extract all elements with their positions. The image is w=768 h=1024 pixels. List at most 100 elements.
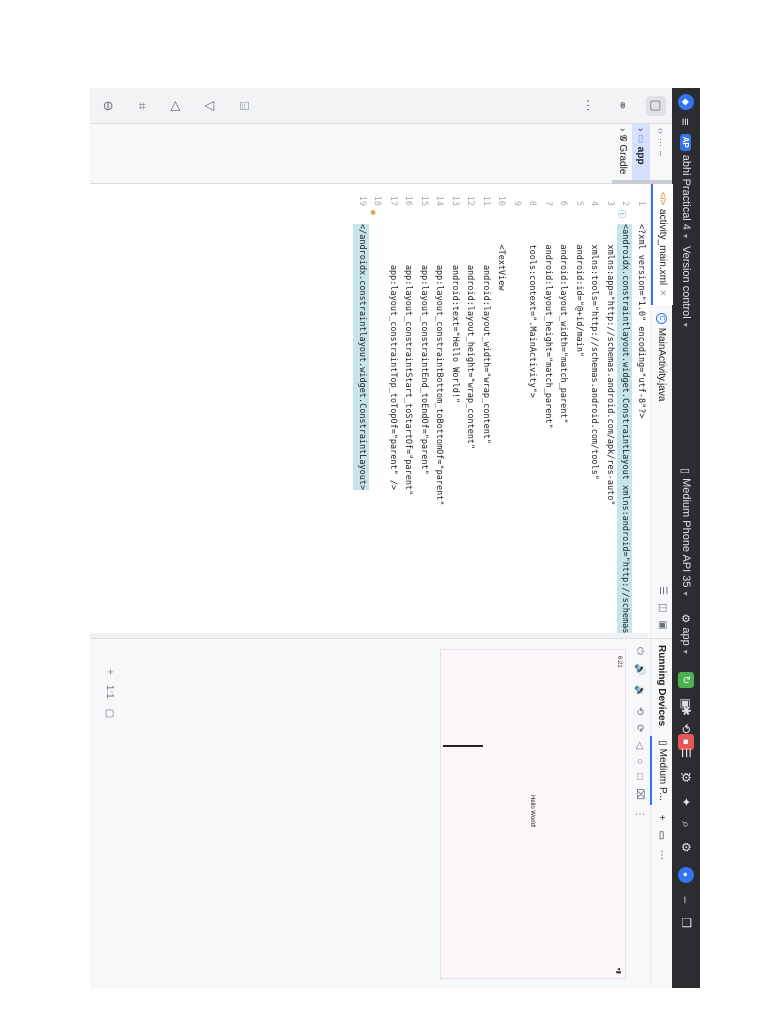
code-text: xmlns:app="http://schemas.android.com/ap…: [605, 224, 615, 506]
power-icon[interactable]: ⏻: [635, 647, 646, 655]
settings-icon[interactable]: ⚙: [679, 772, 693, 783]
project-badge: AP: [680, 133, 692, 151]
run-icon[interactable]: ◁: [166, 96, 186, 116]
code-line: 5 android:id="@+id/main": [571, 184, 587, 638]
folder-icon[interactable]: ▢: [646, 95, 666, 116]
zoom-reset-icon[interactable]: 1:1: [104, 685, 115, 699]
android-studio-logo-icon: ◆: [678, 94, 694, 110]
device-screen[interactable]: 6:21 ▾▮ Hello World!: [440, 649, 626, 979]
add-icon[interactable]: +: [656, 815, 667, 821]
line-number: 19: [357, 195, 367, 206]
code-text: tools:context=".MainActivity">: [527, 224, 538, 398]
more-vertical-icon[interactable]: ⋮: [635, 809, 646, 819]
project-selector[interactable]: AP abhi Practical 4 ▾: [680, 133, 692, 238]
line-number: 3: [605, 200, 615, 206]
code-area[interactable]: 1 <?xml version="1.0" encoding="utf-8"?> …: [90, 184, 649, 782]
line-number: 12: [465, 195, 476, 206]
tree-item-app[interactable]: › ▭ app: [632, 124, 650, 183]
run-config-selector[interactable]: ⚙ app ▾: [680, 614, 693, 654]
running-devices-panel: Running Devices ▯ Medium P... + ▭ ⋯ ⏻ 🔊 …: [90, 638, 673, 988]
code-line: 16 app:layout_constraintStart_toStartOf=…: [400, 184, 416, 638]
restore-icon[interactable]: ❐: [679, 917, 693, 928]
tab-label: Medium P...: [657, 748, 668, 801]
code-text: android:layout_width="match_parent": [558, 224, 569, 424]
device-name: Medium Phone API 35: [680, 478, 692, 588]
code-text: app:layout_constraintBottom_toBottomOf="…: [434, 224, 445, 506]
search-icon[interactable]: ⌕: [679, 821, 694, 828]
fit-screen-icon[interactable]: ▢: [104, 709, 115, 718]
more-horizontal-icon[interactable]: ⋯: [656, 138, 667, 147]
overview-icon[interactable]: □: [635, 773, 646, 779]
version-control-menu[interactable]: Version control ▾: [680, 246, 692, 327]
build-icon[interactable]: ▽: [200, 96, 220, 116]
more-horizontal-icon[interactable]: ⋯: [656, 850, 667, 860]
code-text: xmlns:tools="http://schemas.android.com/…: [589, 224, 600, 480]
line-number: 9: [512, 200, 522, 206]
tab-label: MainActivity.java: [656, 327, 668, 402]
folder-icon: ▭: [635, 134, 647, 144]
volume-down-icon[interactable]: 🔉: [635, 685, 646, 697]
back-icon[interactable]: ◁: [635, 742, 646, 750]
code-line: 14 app:layout_constraintBottom_toBottomO…: [431, 184, 447, 638]
collapse-icon[interactable]: ‹›: [656, 128, 666, 134]
code-line: 10 <TextView: [493, 184, 509, 638]
split-view-icon[interactable]: ◫: [657, 603, 668, 612]
code-line: 1 <?xml version="1.0" encoding="utf-8"?>: [633, 184, 649, 638]
rotate-right-icon[interactable]: ⟳: [635, 724, 646, 732]
gear-icon[interactable]: ⚙: [679, 842, 693, 853]
code-line: 15 app:layout_constraintEnd_toEndOf="par…: [416, 184, 432, 638]
more-horizontal-icon[interactable]: ⋯: [578, 96, 598, 116]
line-number: 16: [403, 195, 414, 206]
sync-icon[interactable]: ⟲: [679, 723, 693, 733]
screenshot-icon[interactable]: ⌧: [635, 788, 646, 800]
code-text: app:layout_constraintStart_toStartOf="pa…: [403, 224, 414, 496]
zoom-in-icon[interactable]: +: [104, 669, 115, 675]
line-number: 18: [372, 195, 383, 206]
minimize-icon[interactable]: –: [656, 151, 666, 156]
tab-main-activity-java[interactable]: C MainActivity.java: [651, 305, 673, 410]
structure-icon[interactable]: ☰: [679, 747, 693, 758]
project-panel: ‹› ⋯ – › ▭ app › 𝓖 Gradle: [90, 124, 672, 184]
version-control-label: Version control: [680, 245, 692, 319]
code-line: 12 android:layout_height="wrap_content": [462, 184, 478, 638]
commit-icon[interactable]: ⚭: [612, 96, 632, 116]
device-manager-icon[interactable]: ▣: [679, 698, 693, 709]
tree-item-gradle[interactable]: › 𝓖 Gradle: [614, 124, 632, 183]
title-bar: ◆ ≡ AP abhi Practical 4 ▾ Version contro…: [672, 88, 700, 988]
code-line: 6 android:layout_width="match_parent": [555, 184, 571, 638]
terminal-icon[interactable]: ⌗: [132, 96, 152, 116]
project-name: abhi Practical 4: [680, 154, 692, 230]
design-view-icon[interactable]: ▣: [657, 621, 668, 630]
code-line: 4 xmlns:tools="http://schemas.android.co…: [586, 184, 602, 638]
rerun-button[interactable]: ↻: [678, 671, 694, 688]
rotate-left-icon[interactable]: ⟲: [635, 707, 646, 715]
tab-device[interactable]: ▯ Medium P...: [650, 736, 673, 805]
project-panel-toolbar: ‹› ⋯ –: [650, 124, 672, 183]
layout-icon[interactable]: ▭: [656, 831, 667, 840]
code-view-icon[interactable]: ☰: [657, 586, 668, 595]
phone-icon: ▯: [657, 740, 668, 746]
layout-inspector-icon[interactable]: ⌸: [234, 96, 254, 116]
device-selector[interactable]: ▯ Medium Phone API 35 ▾: [680, 468, 693, 596]
chevron-down-icon: ▾: [681, 591, 691, 596]
device-zoom-controls: + 1:1 ▢: [104, 669, 115, 718]
code-line: 17 app:layout_constraintTop_toTopOf="par…: [385, 184, 401, 638]
home-icon[interactable]: ○: [635, 758, 646, 764]
code-text: android:layout_width="wrap_content": [481, 224, 491, 445]
main-menu-icon[interactable]: ≡: [679, 118, 694, 126]
problems-icon[interactable]: ⊖: [98, 96, 118, 116]
close-icon[interactable]: ✕: [658, 289, 669, 297]
tree-item-label: Gradle: [617, 144, 629, 175]
tab-activity-main-xml[interactable]: </> activity_main.xml ✕: [651, 184, 673, 305]
code-text: <?xml version="1.0" encoding="utf-8"?>: [636, 224, 646, 419]
ide-window: ◆ ≡ AP abhi Practical 4 ▾ Version contro…: [90, 88, 700, 988]
ai-assist-icon[interactable]: ✦: [679, 797, 693, 807]
device-toolbar: ⏻ 🔊 🔉 ⟲ ⟳ ◁ ○ □ ⌧ ⋮: [630, 639, 650, 988]
minimize-icon[interactable]: –: [679, 897, 693, 904]
signal-icon: ▾▮: [615, 967, 622, 974]
volume-up-icon[interactable]: 🔊: [635, 664, 646, 676]
code-text: android:text="Hello World!": [450, 224, 460, 404]
avatar[interactable]: ●: [678, 866, 694, 883]
gesture-bar[interactable]: [443, 745, 483, 747]
code-text: app:layout_constraintEnd_toEndOf="parent…: [419, 224, 429, 475]
